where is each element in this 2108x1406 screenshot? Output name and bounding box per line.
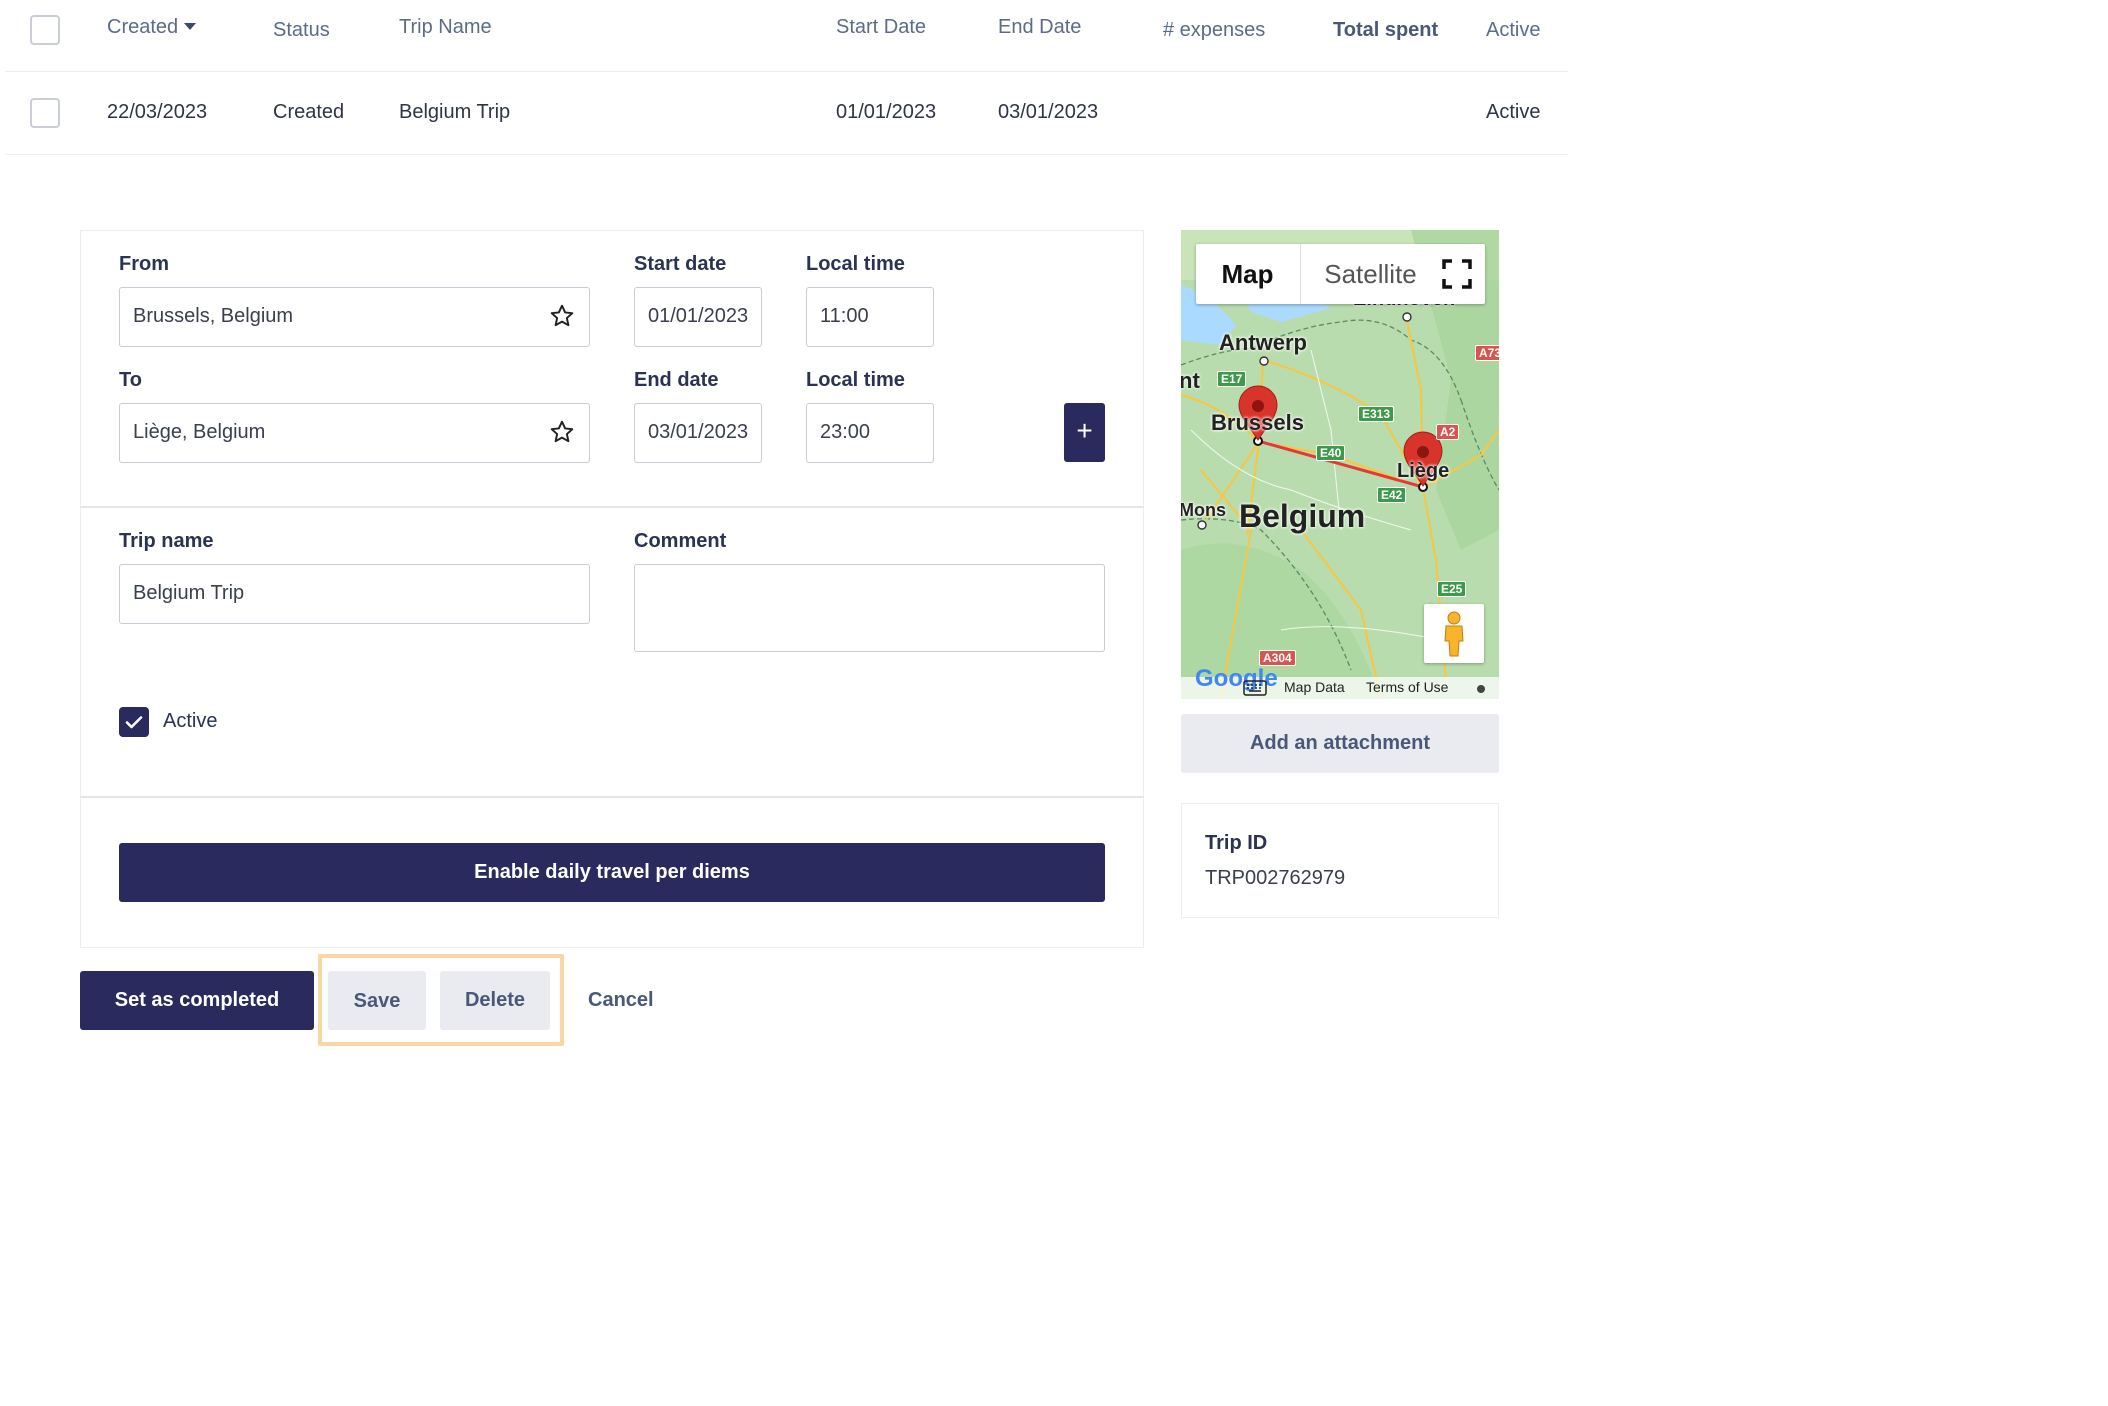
- map-label-mons: Mons: [1181, 500, 1226, 520]
- road-label: E25: [1437, 581, 1467, 597]
- delete-button[interactable]: Delete: [440, 971, 550, 1030]
- trip-id-value: TRP002762979: [1205, 867, 1346, 889]
- column-header-created[interactable]: Created: [107, 16, 197, 39]
- star-icon[interactable]: [549, 303, 575, 329]
- map-type-satellite-tab[interactable]: Satellite: [1300, 244, 1440, 304]
- fullscreen-icon[interactable]: [1441, 258, 1473, 290]
- bug-report-icon[interactable]: [1475, 683, 1487, 695]
- row-start-date: 01/01/2023: [836, 101, 937, 123]
- road-label: E42: [1377, 487, 1407, 503]
- start-local-time-label: Local time: [806, 253, 905, 275]
- row-created: 22/03/2023: [107, 101, 208, 123]
- column-header-end-date[interactable]: End Date: [998, 16, 1081, 39]
- street-view-button[interactable]: [1424, 604, 1484, 663]
- row-active: Active: [1486, 101, 1541, 123]
- comment-textarea[interactable]: [634, 564, 1105, 652]
- end-date-input[interactable]: 03/01/2023: [634, 403, 762, 463]
- end-local-time-label: Local time: [806, 369, 905, 391]
- column-header-trip-name[interactable]: Trip Name: [399, 16, 492, 39]
- from-input-value: Brussels, Belgium: [133, 305, 294, 327]
- road-label: A304: [1259, 650, 1296, 666]
- map-label-ghent: nt: [1181, 368, 1200, 393]
- add-attachment-button[interactable]: Add an attachment: [1181, 714, 1499, 773]
- end-date-label: End date: [634, 369, 719, 391]
- row-trip-name: Belgium Trip: [399, 101, 511, 123]
- map-label-antwerp: Antwerp: [1219, 330, 1307, 355]
- select-all-checkbox[interactable]: [30, 15, 60, 45]
- pegman-icon: [1444, 611, 1464, 657]
- divider: [80, 796, 1144, 798]
- active-checkbox[interactable]: [119, 707, 149, 737]
- row-end-date: 03/01/2023: [998, 101, 1099, 123]
- divider: [5, 154, 1568, 155]
- map-type-control: Map Satellite: [1196, 244, 1485, 304]
- check-icon: [125, 716, 143, 729]
- column-header-active[interactable]: Active: [1486, 19, 1540, 42]
- map-type-map-tab[interactable]: Map: [1196, 244, 1299, 304]
- column-header-created-label: Created: [107, 16, 179, 38]
- column-header-start-date[interactable]: Start Date: [836, 16, 926, 39]
- trip-id-label: Trip ID: [1205, 832, 1268, 854]
- column-header-total-spent[interactable]: Total spent: [1333, 19, 1438, 42]
- road-label: A73: [1475, 345, 1499, 361]
- road-label: E40: [1316, 445, 1346, 461]
- to-input-value: Liège, Belgium: [133, 421, 266, 443]
- trip-name-input[interactable]: Belgium Trip: [119, 564, 590, 624]
- row-status: Created: [273, 101, 345, 123]
- enable-per-diems-button[interactable]: Enable daily travel per diems: [119, 843, 1105, 902]
- save-button[interactable]: Save: [328, 971, 426, 1030]
- map-footer: Google Map Data Terms of Use: [1181, 665, 1499, 699]
- map-label-liege: Liège: [1397, 460, 1450, 482]
- divider: [5, 71, 1568, 72]
- road-label: A2: [1436, 424, 1460, 440]
- start-date-input[interactable]: 01/01/2023: [634, 287, 762, 347]
- map-terms-link[interactable]: Terms of Use: [1366, 679, 1448, 695]
- road-label: E17: [1217, 371, 1247, 387]
- end-time-input[interactable]: 23:00: [806, 403, 934, 463]
- map-data-link[interactable]: Map Data: [1284, 679, 1345, 695]
- set-as-completed-button[interactable]: Set as completed: [80, 971, 314, 1030]
- to-input[interactable]: Liège, Belgium: [119, 403, 590, 463]
- divider: [80, 506, 1144, 508]
- column-header-status[interactable]: Status: [273, 19, 330, 42]
- star-icon[interactable]: [549, 419, 575, 445]
- cancel-button[interactable]: Cancel: [588, 989, 654, 1012]
- start-date-label: Start date: [634, 253, 727, 275]
- caret-down-icon: [184, 23, 197, 30]
- add-stop-button[interactable]: +: [1064, 403, 1105, 462]
- start-time-input[interactable]: 11:00: [806, 287, 934, 347]
- to-label: To: [119, 369, 142, 391]
- keyboard-icon[interactable]: [1243, 680, 1267, 696]
- column-header-expenses[interactable]: # expenses: [1163, 19, 1265, 42]
- map-label-belgium: Belgium: [1239, 498, 1366, 534]
- trip-name-label: Trip name: [119, 530, 214, 552]
- map-label-brussels: Brussels: [1211, 410, 1304, 435]
- trip-id-card: Trip ID TRP002762979: [1181, 803, 1499, 918]
- road-label: E313: [1358, 406, 1395, 422]
- from-label: From: [119, 253, 169, 275]
- active-label: Active: [163, 710, 218, 732]
- from-input[interactable]: Brussels, Belgium: [119, 287, 590, 347]
- row-checkbox[interactable]: [30, 98, 60, 128]
- comment-label: Comment: [634, 530, 727, 552]
